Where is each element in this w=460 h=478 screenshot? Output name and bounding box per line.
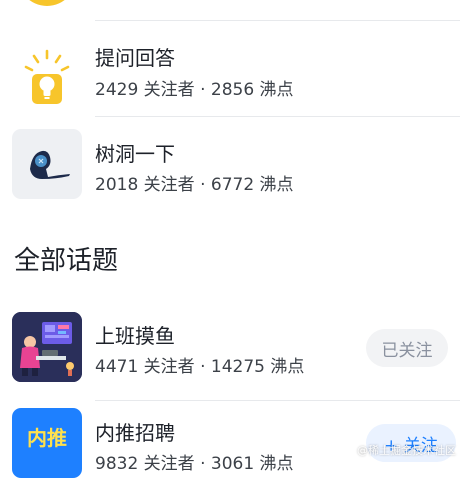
topic-thumb: 内推: [12, 408, 82, 478]
topic-meta: 2018 关注者 · 6772 沸点: [95, 175, 294, 195]
keyhole-icon: [30, 150, 70, 179]
section-title: 全部话题: [14, 246, 119, 276]
followed-button[interactable]: 已关注: [366, 329, 448, 367]
yellow-circle-icon: [29, 0, 65, 6]
watermark: @稀土掘金技术社区: [357, 444, 456, 457]
lightbulb-icon: [24, 49, 70, 104]
topic-title: 内推招聘: [95, 421, 175, 445]
topic-thumb: [12, 129, 82, 199]
topic-title: 提问回答: [95, 46, 175, 70]
divider: [95, 20, 460, 21]
topic-title: 上班摸鱼: [95, 324, 175, 348]
topic-item-qa[interactable]: 提问回答 2429 关注者 · 2856 沸点: [0, 30, 460, 116]
topic-thumb-partial[interactable]: [12, 0, 82, 6]
topic-thumb: [12, 312, 82, 382]
referral-badge-label: 内推: [27, 426, 67, 450]
topic-title: 树洞一下: [95, 142, 175, 166]
topic-meta: 9832 关注者 · 3061 沸点: [95, 454, 294, 474]
topic-item-treehole[interactable]: 树洞一下 2018 关注者 · 6772 沸点: [0, 118, 460, 210]
topic-thumb: [12, 42, 82, 112]
referral-badge-icon: 内推: [12, 422, 82, 451]
divider: [95, 116, 460, 117]
office-illustration-icon: [12, 312, 82, 382]
divider: [95, 400, 460, 401]
topic-meta: 2429 关注者 · 2856 沸点: [95, 80, 294, 100]
topic-item-slacking[interactable]: 上班摸鱼 4471 关注者 · 14275 沸点 已关注: [0, 300, 460, 400]
topic-meta: 4471 关注者 · 14275 沸点: [95, 357, 305, 377]
